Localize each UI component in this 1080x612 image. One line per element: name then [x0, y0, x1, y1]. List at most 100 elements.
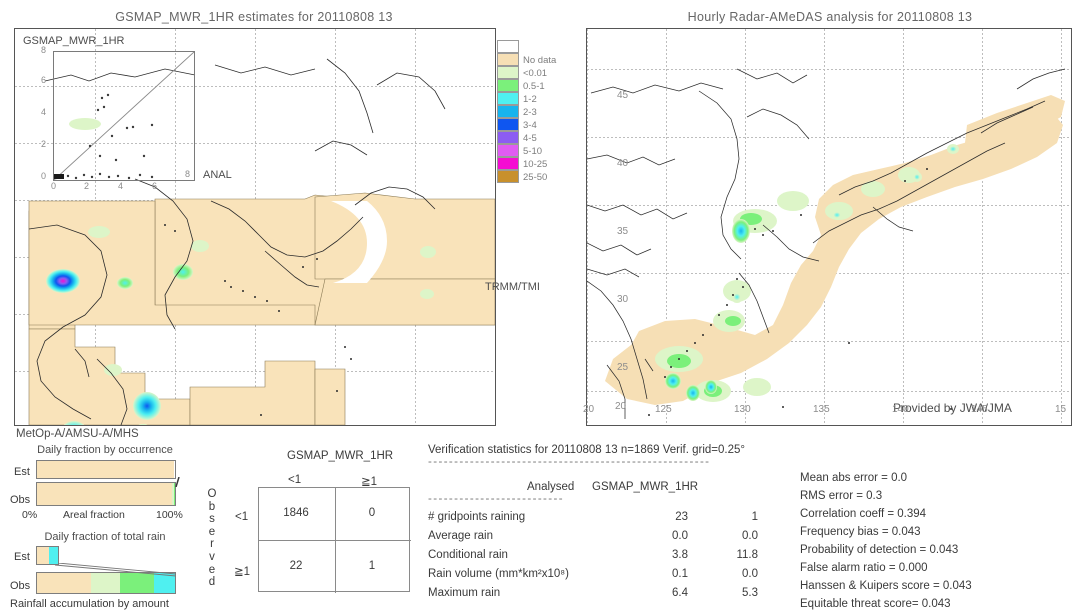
colorbar-label-4: 1-2	[523, 94, 537, 105]
contingency-cell-0-0: 1846	[283, 507, 309, 519]
verification-estimate-2: 11.8	[736, 549, 758, 561]
colorbar-swatch-9	[497, 157, 519, 170]
total-rain-row-label-est: Est	[14, 551, 30, 563]
right-map-field	[587, 68, 1066, 419]
colorbar-label-2: <0.01	[523, 68, 548, 79]
occurrence-row-label-obs: Obs	[10, 494, 31, 506]
inset-x-tick-6: 6	[152, 181, 158, 191]
verification-divider: ----------------------------------------…	[428, 456, 711, 468]
right-map-y-tick-45: 45	[617, 90, 629, 101]
occurrence-axis-right: 100%	[156, 509, 183, 521]
right-map-x-tick-130: 130	[734, 404, 751, 415]
colorbar-label-6: 3-4	[523, 120, 537, 131]
inset-x-axis-label: ANAL	[203, 169, 232, 181]
right-map-y-tick-35: 35	[617, 226, 629, 237]
occurrence-axis-left: 0%	[22, 509, 38, 521]
verification-score-3: Frequency bias = 0.043	[800, 526, 921, 538]
inset-x-tick-8: 8	[185, 169, 191, 179]
occurrence-bar-est[interactable]	[36, 460, 176, 479]
colorbar-label-9: 10-25	[523, 159, 548, 170]
right-map-x-tick-120: 20	[583, 404, 595, 415]
colorbar-label-10: 25-50	[523, 172, 548, 183]
inset-x-tick-4: 4	[118, 181, 124, 191]
verification-score-6: Hanssen & Kuipers score = 0.043	[800, 580, 972, 592]
colorbar-swatch-8	[497, 144, 519, 157]
verification-metric-1: Average rain	[428, 530, 493, 542]
occurrence-bar-obs[interactable]	[36, 482, 176, 506]
verification-analysed-2: 3.8	[672, 549, 688, 561]
colorbar-swatch-6	[497, 118, 519, 131]
occurrence-chart-title: Daily fraction by occurrence	[37, 444, 173, 456]
right-map-title: Hourly Radar-AMeDAS analysis for 2011080…	[687, 10, 973, 24]
colorbar-swatch-10	[497, 170, 519, 183]
colorbar-label-1: No data	[523, 55, 557, 66]
occurrence-est-seg-1	[174, 461, 175, 478]
total-rain-connector	[54, 563, 176, 577]
occurrence-est-seg-0	[37, 461, 175, 478]
occurrence-obs-seg-0	[37, 483, 173, 505]
left-map-inset-scatter[interactable]	[53, 51, 195, 181]
inset-x-tick-0: 0	[51, 181, 57, 191]
contingency-title: GSMAP_MWR_1HR	[287, 450, 394, 462]
contingency-col-header-1: ≧1	[361, 476, 378, 488]
verification-score-1: RMS error = 0.3	[800, 490, 883, 502]
total-rain-row-label-obs: Obs	[10, 580, 31, 592]
verification-analysed-1: 0.0	[672, 530, 688, 542]
verification-analysed-4: 6.4	[672, 587, 688, 599]
metop-sensor-tag: MetOp-A/AMSU-A/MHS	[16, 428, 139, 440]
contingency-observed-label: Observed	[207, 488, 217, 589]
right-map-x-tick-145: 145	[971, 404, 988, 415]
inset-y-tick-6: 6	[41, 75, 47, 85]
occurrence-connector	[175, 477, 180, 487]
occurrence-row-label-est: Est	[14, 466, 30, 478]
verification-metric-4: Maximum rain	[428, 587, 501, 599]
verification-metric-3: Rain volume (mm*km²x10⁸)	[428, 568, 569, 580]
verification-col-header-analysed: Analysed	[527, 481, 575, 493]
colorbar-swatch-3	[497, 79, 519, 92]
right-map-y-tick-25: 25	[617, 362, 629, 373]
verification-score-5: False alarm ratio = 0.000	[800, 562, 928, 574]
verification-estimate-1: 0.0	[742, 530, 758, 542]
colorbar-swatch-7	[497, 131, 519, 144]
colorbar-swatch-5	[497, 105, 519, 118]
left-map-title: GSMAP_MWR_1HR estimates for 20110808 13	[115, 10, 393, 24]
right-map-x-tick-125: 125	[655, 404, 672, 415]
colorbar-swatch-1	[497, 53, 519, 66]
verification-estimate-4: 5.3	[742, 587, 758, 599]
trmm-tmi-tag: TRMM/TMI	[485, 281, 540, 293]
verification-estimate-0: 1	[751, 511, 758, 523]
colorbar-label-8: 5-10	[523, 146, 543, 157]
occurrence-axis-center: Areal fraction	[63, 509, 125, 521]
verification-score-0: Mean abs error = 0.0	[800, 472, 908, 484]
inset-y-tick-0: 0	[41, 171, 47, 181]
right-map-x-tick-140: 140	[892, 404, 909, 415]
right-map-inner-label: 20	[615, 401, 627, 412]
left-map-frame[interactable]: GSMAP_MWR_1HR 8 6 4 2 0 0 2 4 6 8 ANAL	[14, 28, 496, 426]
contingency-row-header-0: <1	[235, 511, 249, 523]
right-map-y-tick-40: 40	[617, 158, 629, 169]
colorbar-label-7: 4-5	[523, 133, 537, 144]
verification-metric-0: # gridpoints raining	[428, 511, 526, 523]
total-rain-chart-title: Daily fraction of total rain	[44, 531, 166, 543]
inset-y-tick-8: 8	[41, 45, 47, 55]
right-map-frame[interactable]: 20 Provided by JWA/JMA	[586, 28, 1072, 426]
verification-analysed-3: 0.1	[672, 568, 688, 580]
contingency-row-header-1: ≧1	[234, 566, 251, 578]
colorbar-legend: No data <0.01 0.5-1 1-2 2-3 3-4 4-5 5-10…	[497, 40, 567, 183]
verification-score-4: Probability of detection = 0.043	[800, 544, 959, 556]
verification-score-7: Equitable threat score= 0.043	[800, 598, 951, 610]
verification-sub-divider: --------------------------	[428, 493, 564, 505]
verification-estimate-3: 0.0	[742, 568, 758, 580]
verification-col-header-estimate: GSMAP_MWR_1HR	[592, 481, 699, 493]
verification-header: Verification statistics for 20110808 13 …	[428, 444, 746, 456]
verification-metric-2: Conditional rain	[428, 549, 508, 561]
inset-y-tick-4: 4	[41, 107, 47, 117]
total-rain-est-seg-0	[37, 547, 49, 564]
contingency-cell-1-1: 1	[368, 559, 376, 572]
colorbar-swatch-4	[497, 92, 519, 105]
verification-score-2: Correlation coeff = 0.394	[800, 508, 927, 520]
colorbar-label-5: 2-3	[523, 107, 537, 118]
right-map-y-tick-30: 30	[617, 294, 629, 305]
colorbar-label-3: 0.5-1	[523, 81, 545, 92]
inset-diagonal-line	[54, 52, 194, 180]
